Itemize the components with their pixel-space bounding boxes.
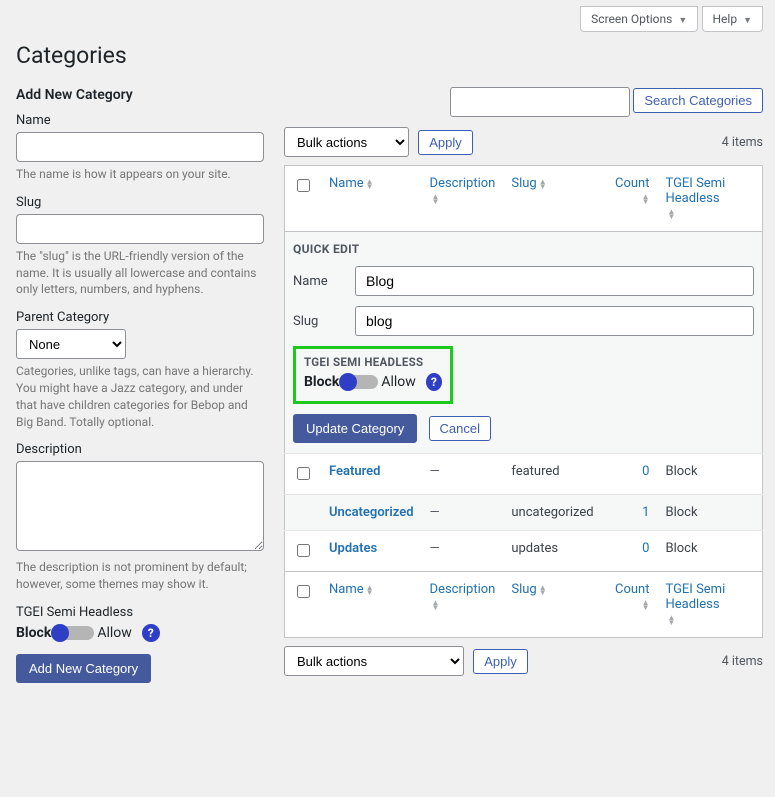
table-row: Updates — updates 0 Block	[285, 531, 763, 572]
items-count-top: 4 items	[722, 135, 763, 150]
table-row: Uncategorized — uncategorized 1 Block	[285, 495, 763, 531]
description-input[interactable]	[16, 461, 264, 551]
row-checkbox[interactable]	[297, 467, 310, 480]
slug-input[interactable]	[16, 214, 264, 244]
toggle-block-label: Block	[16, 625, 51, 641]
col-description-foot[interactable]: Description	[430, 582, 496, 597]
apply-button-bottom[interactable]: Apply	[473, 649, 528, 674]
slug-help: The "slug" is the URL-friendly version o…	[16, 248, 264, 298]
sort-icon: ▲▼	[642, 600, 650, 610]
items-count-bottom: 4 items	[722, 654, 763, 669]
tgei-label: TGEI Semi Headless	[16, 605, 264, 620]
sort-icon: ▲▼	[539, 585, 547, 595]
select-all-top[interactable]	[297, 179, 310, 192]
qe-slug-label: Slug	[293, 314, 355, 329]
sort-icon: ▲▼	[642, 194, 650, 204]
description-label: Description	[16, 442, 264, 457]
parent-help: Categories, unlike tags, can have a hier…	[16, 363, 264, 430]
col-count[interactable]: Count	[615, 176, 649, 191]
row-tgei: Block	[665, 541, 697, 556]
help-label: Help	[713, 12, 738, 26]
toggle-thumb	[51, 624, 69, 642]
row-slug: updates	[511, 541, 558, 556]
col-name-foot[interactable]: Name	[329, 582, 364, 597]
qe-tgei-toggle[interactable]	[342, 375, 378, 389]
row-name-link[interactable]: Uncategorized	[329, 505, 414, 520]
bulk-actions-select-top[interactable]: Bulk actions	[284, 127, 409, 157]
add-new-heading: Add New Category	[16, 87, 264, 103]
parent-label: Parent Category	[16, 310, 264, 325]
col-tgei-foot[interactable]: TGEI Semi Headless	[665, 582, 725, 612]
row-description: —	[430, 464, 440, 479]
toggle-thumb	[339, 373, 357, 391]
search-button[interactable]: Search Categories	[633, 88, 763, 113]
row-slug: uncategorized	[511, 505, 593, 520]
table-row: Featured — featured 0 Block	[285, 454, 763, 495]
col-slug[interactable]: Slug	[511, 176, 536, 191]
apply-button-top[interactable]: Apply	[418, 130, 473, 155]
row-tgei: Block	[665, 505, 697, 520]
tgei-highlight-box: TGEI SEMI HEADLESS Block Allow ?	[293, 346, 453, 404]
help-button[interactable]: Help ▼	[702, 6, 764, 32]
page-title: Categories	[16, 42, 775, 69]
quick-edit-row: QUICK EDIT Name Slug TGEI SEMI HEADLESS	[285, 232, 763, 454]
sort-icon: ▲▼	[432, 194, 440, 204]
cancel-button[interactable]: Cancel	[429, 416, 491, 441]
sort-icon: ▲▼	[432, 600, 440, 610]
help-icon[interactable]: ?	[142, 624, 160, 642]
row-count-link[interactable]: 0	[642, 541, 649, 556]
col-count-foot[interactable]: Count	[615, 582, 649, 597]
add-new-category-button[interactable]: Add New Category	[16, 654, 151, 683]
sort-icon: ▲▼	[539, 179, 547, 189]
row-name-link[interactable]: Updates	[329, 541, 377, 556]
tgei-toggle[interactable]	[54, 626, 94, 640]
row-tgei: Block	[665, 464, 697, 479]
qe-toggle-allow-label: Allow	[381, 374, 415, 390]
row-name-link[interactable]: Featured	[329, 464, 381, 479]
categories-table: Name▲▼ Description▲▼ Slug▲▼ Count▲▼ TGEI…	[284, 165, 763, 638]
row-slug: featured	[511, 464, 559, 479]
qe-slug-input[interactable]	[355, 306, 754, 336]
row-checkbox[interactable]	[297, 544, 310, 557]
qe-toggle-block-label: Block	[304, 374, 339, 390]
name-label: Name	[16, 113, 264, 128]
description-help: The description is not prominent by defa…	[16, 559, 264, 593]
slug-label: Slug	[16, 195, 264, 210]
select-all-bottom[interactable]	[297, 585, 310, 598]
chevron-down-icon: ▼	[743, 16, 752, 26]
toggle-allow-label: Allow	[97, 625, 131, 641]
col-name[interactable]: Name	[329, 176, 364, 191]
qe-name-input[interactable]	[355, 266, 754, 296]
update-category-button[interactable]: Update Category	[293, 414, 417, 443]
row-count-link[interactable]: 0	[642, 464, 649, 479]
screen-options-label: Screen Options	[591, 12, 672, 26]
screen-options-button[interactable]: Screen Options ▼	[580, 6, 698, 32]
name-input[interactable]	[16, 132, 264, 162]
row-description: —	[430, 505, 440, 520]
qe-tgei-heading: TGEI SEMI HEADLESS	[304, 355, 442, 369]
sort-icon: ▲▼	[667, 615, 675, 625]
search-input[interactable]	[450, 87, 630, 117]
col-slug-foot[interactable]: Slug	[511, 582, 536, 597]
help-icon[interactable]: ?	[426, 373, 442, 391]
parent-select[interactable]: None	[16, 329, 126, 359]
col-tgei[interactable]: TGEI Semi Headless	[665, 176, 725, 206]
quick-edit-heading: QUICK EDIT	[293, 242, 754, 256]
sort-icon: ▲▼	[366, 585, 374, 595]
col-description[interactable]: Description	[430, 176, 496, 191]
qe-name-label: Name	[293, 274, 355, 289]
bulk-actions-select-bottom[interactable]: Bulk actions	[284, 646, 464, 676]
chevron-down-icon: ▼	[678, 16, 687, 26]
row-description: —	[430, 541, 440, 556]
row-count-link[interactable]: 1	[642, 505, 649, 520]
sort-icon: ▲▼	[667, 209, 675, 219]
sort-icon: ▲▼	[366, 179, 374, 189]
name-help: The name is how it appears on your site.	[16, 166, 264, 183]
